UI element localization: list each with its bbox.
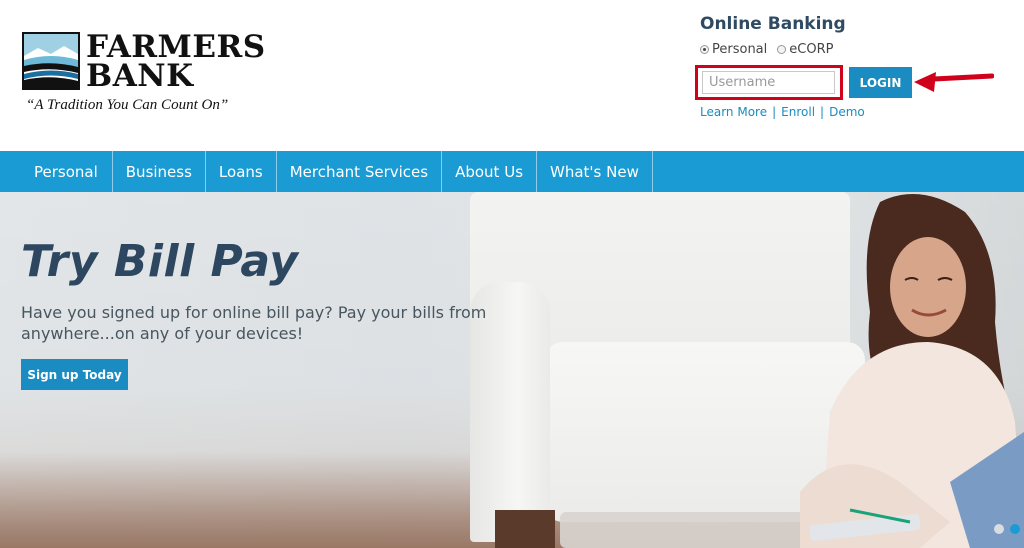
slide-dot-1[interactable]	[994, 524, 1004, 534]
nav-item-about-us[interactable]: About Us	[442, 151, 538, 192]
sign-up-today-button[interactable]: Sign up Today	[21, 359, 128, 390]
hero-banner: Try Bill Pay Have you signed up for onli…	[0, 192, 1024, 548]
slide-dot-2[interactable]	[1010, 524, 1020, 534]
nav-item-whats-new[interactable]: What's New	[537, 151, 653, 192]
nav-item-merchant-services[interactable]: Merchant Services	[277, 151, 443, 192]
link-separator: |	[772, 105, 777, 119]
account-type-radios: Personal eCORP	[700, 42, 833, 57]
farmers-bank-logo[interactable]: FARMERS BANK “A Tradition You Can Count …	[22, 30, 265, 120]
radio-ecorp[interactable]: eCORP	[777, 42, 833, 57]
username-input[interactable]	[702, 71, 835, 94]
link-separator: |	[820, 105, 825, 119]
radio-personal[interactable]: Personal	[700, 42, 767, 57]
slider-pagination	[994, 524, 1020, 534]
nav-item-personal[interactable]: Personal	[0, 151, 113, 192]
radio-ecorp-label: eCORP	[789, 42, 834, 57]
online-banking-links: Learn More | Enroll | Demo	[700, 105, 865, 119]
logo-tagline: “A Tradition You Can Count On”	[26, 97, 229, 113]
main-navigation: Personal Business Loans Merchant Service…	[0, 151, 1024, 192]
hero-description: Have you signed up for online bill pay? …	[21, 303, 487, 343]
hero-title: Try Bill Pay	[21, 236, 299, 287]
enroll-link[interactable]: Enroll	[781, 105, 815, 119]
nav-item-business[interactable]: Business	[113, 151, 206, 192]
radio-personal-label: Personal	[712, 42, 768, 57]
demo-link[interactable]: Demo	[829, 105, 865, 119]
farm-landscape-icon	[22, 32, 80, 90]
logo-word-bank: BANK	[86, 58, 194, 94]
radio-checked-icon[interactable]	[700, 45, 709, 54]
woman-photo	[800, 194, 1024, 548]
red-arrow-icon	[914, 72, 994, 92]
nav-item-loans[interactable]: Loans	[206, 151, 277, 192]
site-header: FARMERS BANK “A Tradition You Can Count …	[0, 0, 1024, 151]
sofa-leg-image	[495, 510, 555, 548]
radio-unchecked-icon[interactable]	[777, 45, 787, 54]
online-banking-title: Online Banking	[700, 14, 846, 34]
learn-more-link[interactable]: Learn More	[700, 105, 767, 119]
login-button[interactable]: LOGIN	[849, 67, 912, 98]
username-highlight-box	[695, 65, 843, 100]
